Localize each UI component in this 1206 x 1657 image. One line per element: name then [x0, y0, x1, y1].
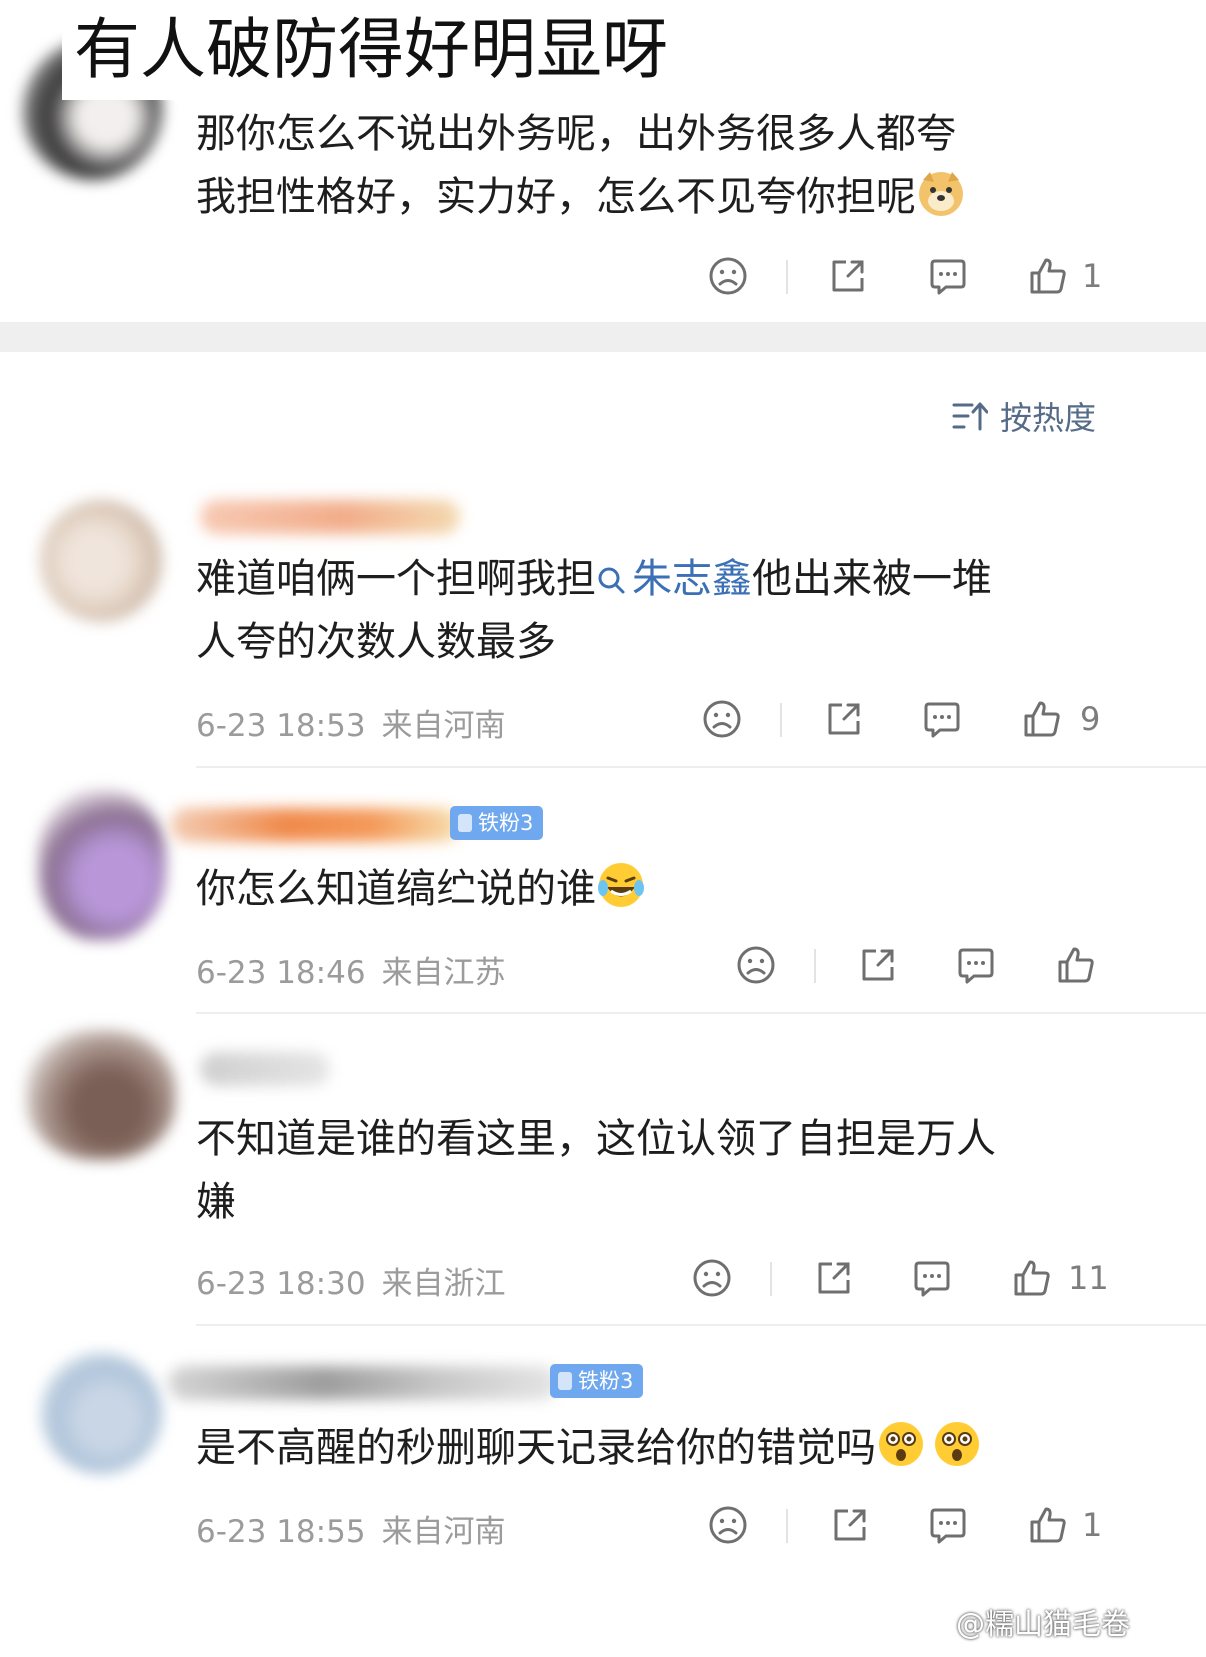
- share-icon[interactable]: [826, 254, 870, 298]
- fan-level-badge: 铁粉3: [550, 1364, 644, 1398]
- like-count: 11: [1068, 1259, 1109, 1297]
- like-count: 9: [1080, 700, 1101, 738]
- like-icon[interactable]: [1010, 1256, 1054, 1300]
- action-bar: 9: [700, 697, 1100, 747]
- sort-label: 按热度: [999, 399, 1096, 437]
- fan-level-badge: 铁粉3: [450, 806, 544, 840]
- share-icon[interactable]: [856, 943, 900, 987]
- comment-text: 不知道是谁的看这里，这位认领了自担是万人 嫌: [196, 1116, 996, 1225]
- comment-meta: 6-23 18:30 来自浙江: [196, 1266, 506, 1302]
- comment-text: 是不高醒的秒删聊天记录给你的错觉吗: [196, 1417, 1126, 1480]
- avatar[interactable]: [40, 500, 162, 622]
- nickname-redacted[interactable]: [200, 500, 460, 534]
- comment-meta: 6-23 18:55 来自河南: [196, 1514, 506, 1550]
- nickname-redacted[interactable]: [170, 808, 460, 842]
- like-icon[interactable]: [1020, 697, 1064, 741]
- comment-text: 你怎么知道缟纻说的谁: [196, 858, 1126, 921]
- divider: [196, 766, 1206, 768]
- topic-link[interactable]: 朱志鑫: [596, 556, 752, 602]
- like-icon[interactable]: [1054, 943, 1098, 987]
- comment-icon[interactable]: [910, 1256, 954, 1300]
- separator: [786, 1509, 788, 1543]
- nickname-redacted[interactable]: [168, 1366, 558, 1400]
- action-bar: 1: [706, 1503, 1106, 1553]
- action-bar: 11: [690, 1256, 1110, 1306]
- sad-face-icon[interactable]: [690, 1256, 734, 1300]
- search-icon: [598, 567, 625, 594]
- comment-icon[interactable]: [920, 697, 964, 741]
- divider: [196, 1324, 1206, 1326]
- doge-emoji: [919, 172, 963, 216]
- comment-meta: 6-23 18:53 来自河南: [196, 708, 506, 744]
- separator: [770, 1262, 772, 1296]
- sad-face-icon[interactable]: [700, 697, 744, 741]
- share-icon[interactable]: [822, 697, 866, 741]
- like-count: 1: [1082, 257, 1103, 295]
- comment-text: 难道咱俩一个担啊我担 朱志鑫他出来被一堆 人夸的次数人数最多: [196, 556, 992, 665]
- separator: [780, 703, 782, 737]
- shocked-emoji: [935, 1422, 979, 1466]
- overlay-caption: 有人破防得好明显呀: [62, 0, 686, 100]
- avatar[interactable]: [38, 790, 166, 940]
- sort-by-hot-button[interactable]: 按热度: [952, 393, 1096, 439]
- comment-icon[interactable]: [954, 943, 998, 987]
- comment-meta: 6-23 18:46 来自江苏: [196, 955, 506, 991]
- sort-icon: [952, 402, 988, 431]
- avatar[interactable]: [26, 1030, 176, 1160]
- like-icon[interactable]: [1026, 1503, 1070, 1547]
- sad-face-icon[interactable]: [706, 1503, 750, 1547]
- divider: [196, 1012, 1206, 1014]
- action-bar: 1: [706, 254, 1106, 304]
- comment-icon[interactable]: [926, 1503, 970, 1547]
- separator: [814, 949, 816, 983]
- share-icon[interactable]: [812, 1256, 856, 1300]
- avatar[interactable]: [40, 1352, 162, 1474]
- sad-face-icon[interactable]: [734, 943, 778, 987]
- like-icon[interactable]: [1026, 254, 1070, 298]
- nickname-redacted[interactable]: [200, 1052, 330, 1086]
- like-count: 1: [1082, 1506, 1103, 1544]
- section-divider: [0, 322, 1206, 352]
- shocked-emoji: [879, 1422, 923, 1466]
- sad-face-icon[interactable]: [706, 254, 750, 298]
- share-icon[interactable]: [828, 1503, 872, 1547]
- comment-text: 那你怎么不说出外务呢，出外务很多人都夸 我担性格好，实力好，怎么不见夸你担呢: [196, 103, 1126, 229]
- watermark: @糯山猫毛卷: [955, 1607, 1130, 1641]
- laugh-cry-emoji: [598, 863, 644, 907]
- comment-icon[interactable]: [926, 254, 970, 298]
- separator: [786, 260, 788, 294]
- action-bar: [734, 943, 1114, 993]
